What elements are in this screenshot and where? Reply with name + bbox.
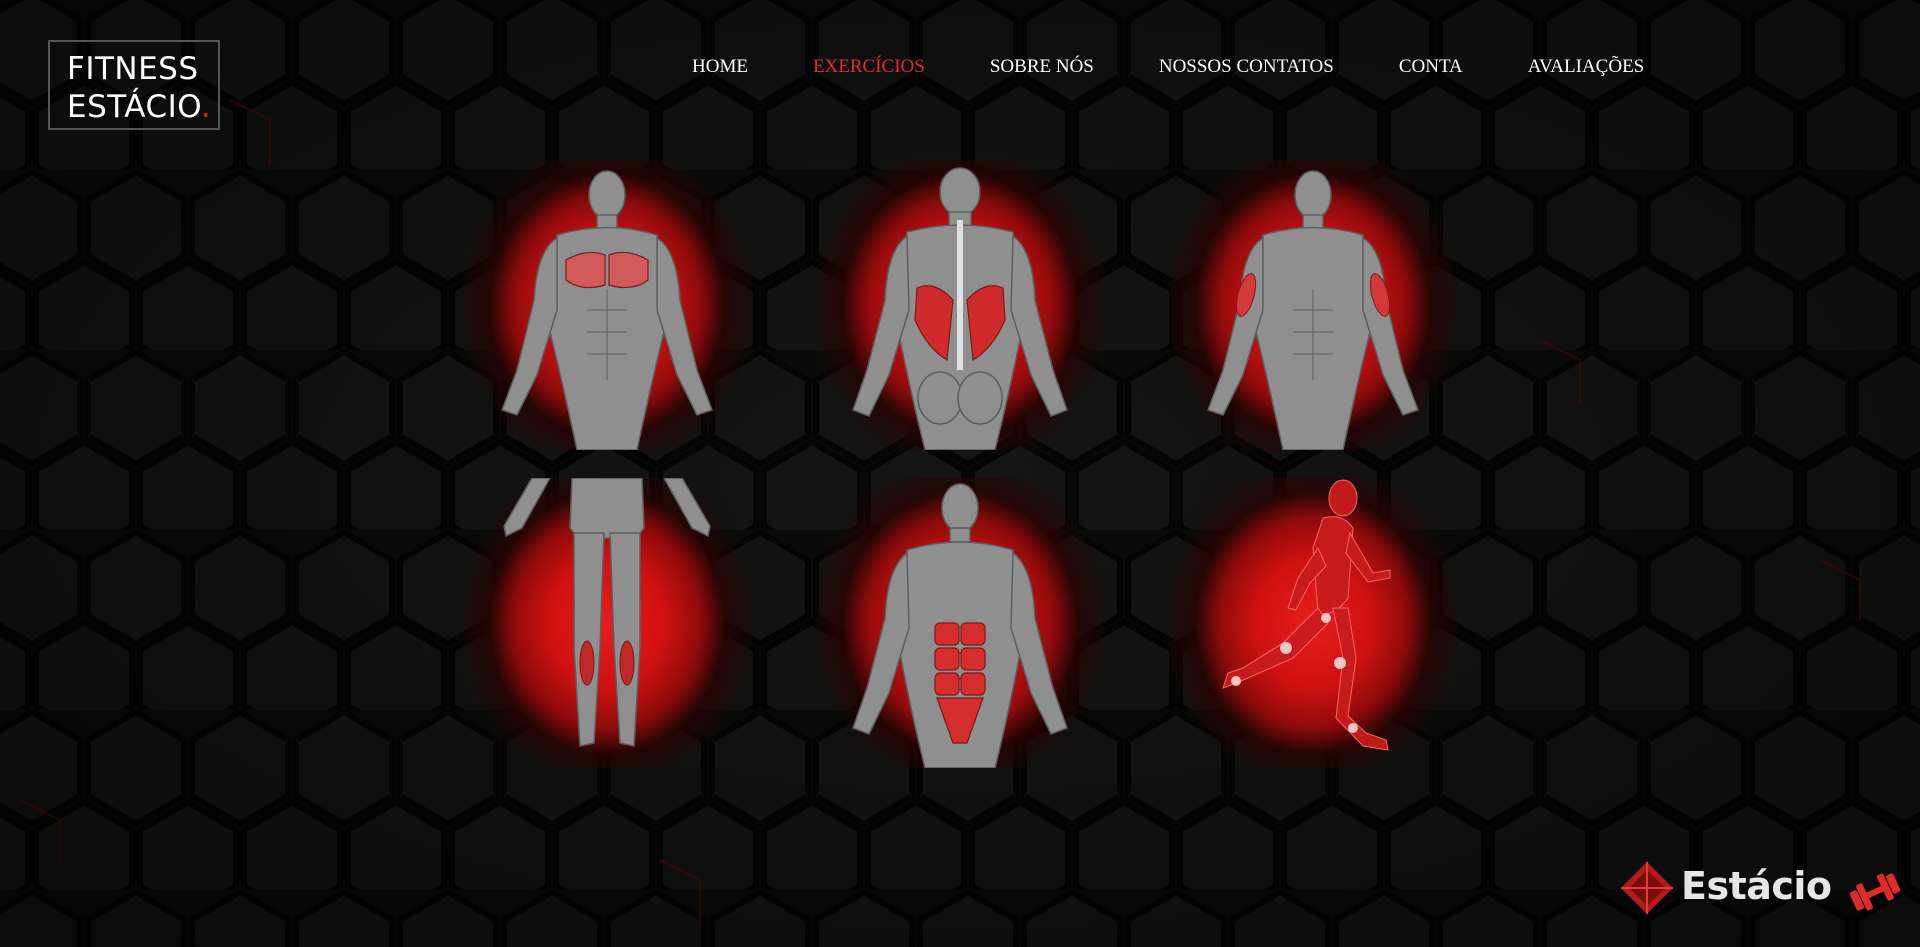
legs-muscle-figure xyxy=(503,478,711,747)
exercise-card-arms[interactable] xyxy=(1168,160,1458,450)
estacio-brand[interactable]: Estácio xyxy=(1617,858,1902,924)
exercise-card-legs[interactable] xyxy=(462,478,752,768)
estacio-diamond-icon xyxy=(1621,862,1673,914)
back-muscle-figure xyxy=(852,167,1068,450)
main-nav: HOME EXERCÍCIOS SOBRE NÓS NOSSOS CONTATO… xyxy=(692,56,1644,84)
abs-muscle-figure xyxy=(852,483,1068,768)
exercise-card-chest[interactable] xyxy=(462,160,752,450)
nav-home[interactable]: HOME xyxy=(692,56,748,84)
exercise-card-cardio[interactable] xyxy=(1168,478,1458,768)
arms-muscle-figure xyxy=(1207,170,1419,450)
nav-conta[interactable]: CONTA xyxy=(1399,56,1463,84)
exercise-card-back[interactable] xyxy=(815,160,1105,450)
nav-sobre-nos[interactable]: SOBRE NÓS xyxy=(990,56,1094,84)
brand-name: Estácio xyxy=(1681,864,1832,908)
nav-avaliacoes[interactable]: AVALIAÇÕES xyxy=(1528,56,1645,84)
chest-muscle-figure xyxy=(501,170,713,450)
exercise-card-abs[interactable] xyxy=(815,478,1105,768)
logo-line-2: ESTÁCIO. xyxy=(67,88,218,126)
running-figure xyxy=(1222,479,1391,751)
logo-line-2-text: ESTÁCIO xyxy=(67,89,201,125)
hexagon-background xyxy=(0,0,1920,947)
nav-nossos-contatos[interactable]: NOSSOS CONTATOS xyxy=(1159,56,1334,84)
dumbbell-icon xyxy=(1849,873,1901,911)
logo-line-1: FITNESS xyxy=(67,51,199,87)
fitness-estacio-logo[interactable]: FITNESS ESTÁCIO. xyxy=(48,40,220,130)
nav-exercicios[interactable]: EXERCÍCIOS xyxy=(813,56,925,84)
logo-dot: . xyxy=(200,89,212,125)
